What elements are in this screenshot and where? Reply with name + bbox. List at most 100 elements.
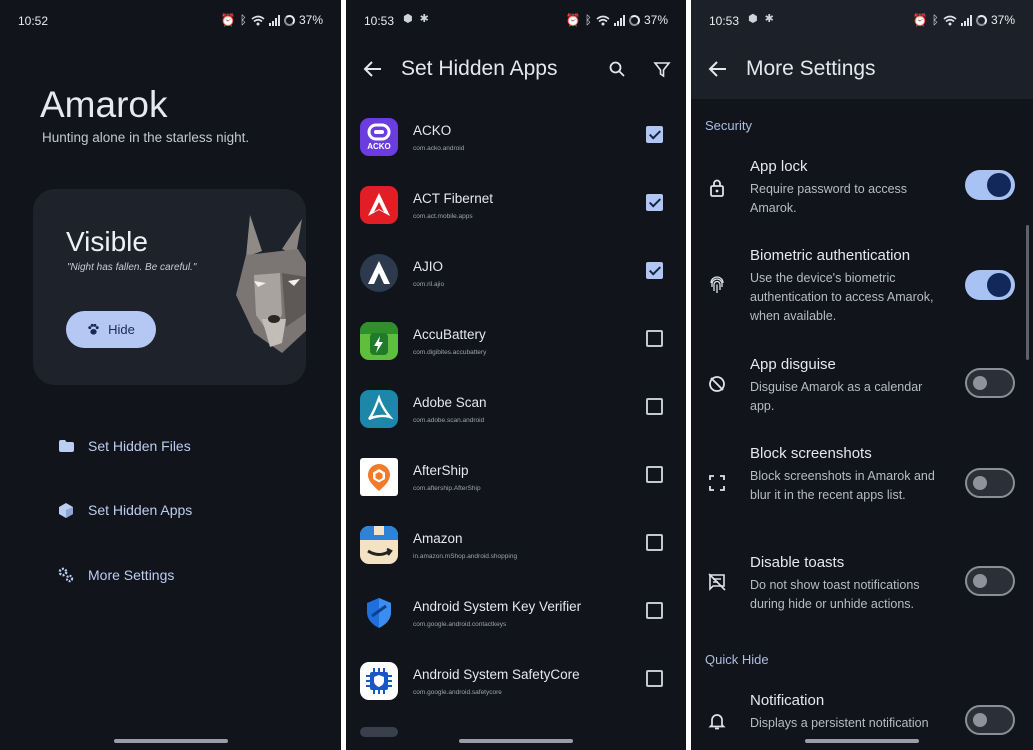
setting-title: Disable toasts <box>750 554 845 571</box>
app-name: Android System SafetyCore <box>413 667 580 682</box>
adobe-scan-app-icon <box>360 390 398 428</box>
wifi-icon <box>251 15 265 25</box>
status-time: 10:53 <box>364 14 395 28</box>
acko-icon-label: ACKO <box>367 142 391 151</box>
notification-icons: ⬢ ✱ <box>748 13 776 25</box>
hide-button[interactable]: Hide <box>66 311 156 348</box>
menu-more-settings[interactable]: More Settings <box>58 567 174 583</box>
app-name: AJIO <box>413 259 444 274</box>
paw-icon <box>88 323 99 335</box>
filter-icon[interactable] <box>653 60 671 78</box>
list-item[interactable]: Android System SafetyCore com.google.and… <box>346 659 686 727</box>
search-icon[interactable] <box>608 60 626 78</box>
app-bar: Set Hidden Apps <box>346 40 686 98</box>
app-title: Amarok <box>40 84 168 125</box>
section-header-security: Security <box>705 118 752 133</box>
more-settings-screen: 10:53 ⬢ ✱ ⏰ ᛒ 37% More Settings Security… <box>691 0 1033 750</box>
battery-icon <box>628 14 640 26</box>
cube-icon <box>58 502 74 518</box>
app-name: Adobe Scan <box>413 395 487 410</box>
list-item[interactable]: AccuBattery com.digibites.accubattery <box>346 319 686 387</box>
setting-description: Require password to access Amarok. <box>750 182 908 215</box>
app-package: in.amazon.mShop.android.shopping <box>413 553 518 560</box>
block-screenshots-toggle[interactable] <box>965 468 1015 498</box>
disable-toasts-toggle[interactable] <box>965 566 1015 596</box>
app-checkbox[interactable] <box>646 330 663 347</box>
aftership-app-icon <box>360 458 398 496</box>
status-icons: ⏰ ᛒ 37% <box>221 13 323 27</box>
app-package: com.google.android.safetycore <box>413 689 502 696</box>
lock-icon <box>710 179 724 197</box>
list-item[interactable]: ACT Fibernet com.act.mobile.apps <box>346 183 686 251</box>
menu-set-hidden-files[interactable]: Set Hidden Files <box>58 438 191 454</box>
setting-title: Notification <box>750 692 825 709</box>
alarm-icon: ⏰ <box>565 13 581 27</box>
list-item[interactable]: Amazon in.amazon.mShop.android.shopping <box>346 523 686 591</box>
status-icons: ⏰ ᛒ 37% <box>913 13 1015 27</box>
app-bar: More Settings <box>691 40 1033 98</box>
app-checkbox[interactable] <box>646 194 663 211</box>
disguise-icon <box>709 376 725 392</box>
amazon-app-icon <box>360 526 398 564</box>
gesture-bar[interactable] <box>113 739 228 743</box>
signal-icon <box>613 14 625 26</box>
app-checkbox[interactable] <box>646 126 663 143</box>
list-item[interactable]: ACKO ACKO com.acko.android <box>346 115 686 183</box>
status-card: Visible "Night has fallen. Be careful." … <box>33 189 306 385</box>
bluetooth-icon: ᛒ <box>584 13 592 27</box>
app-package: com.act.mobile.apps <box>413 213 473 220</box>
app-checkbox[interactable] <box>646 466 663 483</box>
signal-icon <box>960 14 972 26</box>
app-checkbox[interactable] <box>646 534 663 551</box>
battery-percent: 37% <box>990 13 1015 27</box>
setting-title: Block screenshots <box>750 445 872 462</box>
app-disguise-toggle[interactable] <box>965 368 1015 398</box>
app-package: com.aftership.AfterShip <box>413 485 481 492</box>
app-checkbox[interactable] <box>646 398 663 415</box>
back-arrow-icon[interactable] <box>362 58 384 80</box>
app-checkbox[interactable] <box>646 670 663 687</box>
app-name: ACKO <box>413 123 452 138</box>
battery-icon <box>975 14 987 26</box>
app-package: com.digibites.accubattery <box>413 349 487 356</box>
bluetooth-icon: ᛒ <box>931 13 939 27</box>
gears-icon <box>58 567 74 583</box>
setting-title: Biometric authentication <box>750 247 911 264</box>
list-item[interactable]: AfterShip com.aftership.AfterShip <box>346 455 686 523</box>
app-package: com.acko.android <box>413 145 465 152</box>
alarm-icon: ⏰ <box>220 13 236 27</box>
ajio-app-icon <box>360 254 398 292</box>
notification-toggle[interactable] <box>965 705 1015 735</box>
battery-percent: 37% <box>298 13 323 27</box>
gesture-bar[interactable] <box>459 739 573 743</box>
status-time: 10:53 <box>709 14 740 28</box>
list-item[interactable]: Android System Key Verifier com.google.a… <box>346 591 686 659</box>
act-fibernet-app-icon <box>360 186 398 224</box>
setting-description: Displays a persistent notification <box>750 716 929 730</box>
hide-button-label: Hide <box>108 322 135 337</box>
signal-icon <box>268 14 280 26</box>
menu-set-hidden-apps[interactable]: Set Hidden Apps <box>58 502 192 518</box>
app-lock-toggle[interactable] <box>965 170 1015 200</box>
fingerprint-icon <box>710 276 724 293</box>
accubattery-app-icon <box>360 322 398 360</box>
scrollbar[interactable] <box>1026 225 1029 360</box>
app-name: AccuBattery <box>413 327 486 342</box>
app-package: com.adobe.scan.android <box>413 417 485 424</box>
gesture-bar[interactable] <box>805 739 919 743</box>
app-name: Amazon <box>413 531 463 546</box>
app-package: com.google.android.contactkeys <box>413 621 507 628</box>
status-icons: ⏰ ᛒ 37% <box>566 13 668 27</box>
app-package: com.ril.ajio <box>413 281 445 288</box>
app-checkbox[interactable] <box>646 262 663 279</box>
list-item[interactable]: AJIO com.ril.ajio <box>346 251 686 319</box>
setting-description: Block screenshots in Amarok and blur it … <box>750 469 935 502</box>
list-item[interactable]: Adobe Scan com.adobe.scan.android <box>346 387 686 455</box>
status-bar: 10:53 ⬢ ✱ ⏰ ᛒ 37% <box>346 0 686 40</box>
back-arrow-icon[interactable] <box>707 58 729 80</box>
bluetooth-icon: ᛒ <box>239 13 247 27</box>
biometric-toggle[interactable] <box>965 270 1015 300</box>
app-checkbox[interactable] <box>646 602 663 619</box>
menu-set-hidden-apps-label: Set Hidden Apps <box>88 502 193 518</box>
battery-percent: 37% <box>643 13 668 27</box>
